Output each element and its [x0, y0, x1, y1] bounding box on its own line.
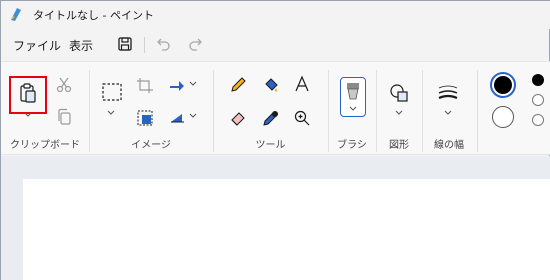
group-divider — [477, 70, 478, 152]
fill-button[interactable] — [260, 74, 282, 96]
menu-file[interactable]: ファイル — [13, 37, 61, 54]
fill-icon — [265, 78, 278, 92]
title-bar: タイトルなし - ペイント — [1, 1, 550, 29]
paint-app-icon — [11, 8, 21, 21]
line-width-chevron-down-icon[interactable] — [444, 110, 452, 116]
paste-button[interactable] — [17, 82, 39, 104]
cut-icon — [56, 77, 72, 93]
redo-icon[interactable] — [187, 35, 205, 53]
save-icon[interactable] — [116, 35, 134, 53]
group-label-clipboard: クリップボード — [10, 140, 80, 151]
copy-button[interactable] — [53, 106, 75, 128]
flip-chevron-down-icon[interactable] — [189, 113, 197, 119]
copy-icon — [58, 108, 71, 125]
palette-color-white[interactable] — [532, 94, 544, 106]
shapes-button[interactable] — [388, 82, 410, 104]
color-picker-button[interactable] — [260, 107, 282, 129]
eraser-icon — [231, 112, 245, 126]
group-label-shapes: 図形 — [389, 140, 409, 151]
menu-view[interactable]: 表示 — [69, 37, 93, 54]
shapes-icon — [390, 84, 408, 102]
brush-chevron-down-icon[interactable] — [349, 106, 357, 112]
rotate-chevron-down-icon[interactable] — [189, 81, 197, 87]
pencil-icon — [231, 77, 246, 92]
line-width-button[interactable] — [437, 82, 459, 104]
select-chevron-down-icon[interactable] — [107, 110, 115, 116]
menu-bar: ファイル 表示 — [1, 29, 550, 59]
cut-button[interactable] — [53, 74, 75, 96]
brush-icon — [347, 83, 359, 100]
flip-icon — [171, 114, 184, 123]
crop-button[interactable] — [134, 75, 156, 97]
resize-button[interactable] — [134, 107, 156, 129]
shapes-chevron-down-icon[interactable] — [395, 110, 403, 116]
group-label-line-width: 線の幅 — [434, 140, 464, 151]
brush-button[interactable] — [340, 77, 366, 117]
group-label-image: イメージ — [131, 140, 171, 151]
flip-button[interactable] — [166, 107, 188, 129]
rotate-button[interactable] — [166, 75, 188, 97]
paste-chevron-down-icon[interactable] — [24, 112, 32, 118]
resize-icon — [137, 110, 153, 126]
secondary-color-swatch[interactable] — [492, 106, 514, 128]
magnifier-button[interactable] — [291, 107, 313, 129]
palette-color-black[interactable] — [532, 74, 544, 86]
window-title: タイトルなし - ペイント — [33, 9, 154, 22]
primary-color-fill — [494, 76, 512, 94]
line-width-icon — [438, 85, 458, 100]
magnifier-icon — [294, 110, 310, 126]
canvas-workspace — [1, 156, 550, 280]
palette-color-empty[interactable] — [532, 114, 544, 126]
undo-icon[interactable] — [154, 35, 172, 53]
group-label-tools: ツール — [255, 140, 286, 151]
select-icon — [102, 83, 122, 101]
text-icon — [295, 75, 309, 92]
ribbon: クリップボード イメージ ツール ブラシ 図形 線の幅 — [1, 61, 550, 155]
select-button[interactable] — [101, 81, 123, 103]
paste-icon — [20, 83, 36, 103]
crop-icon — [137, 78, 153, 93]
primary-color-swatch[interactable] — [490, 72, 516, 98]
text-button[interactable] — [291, 73, 313, 95]
color-picker-icon — [263, 111, 278, 126]
pencil-button[interactable] — [227, 74, 249, 96]
drawing-canvas[interactable] — [23, 179, 550, 280]
quick-access-divider — [144, 37, 145, 53]
eraser-button[interactable] — [227, 107, 249, 129]
rotate-icon — [170, 81, 184, 91]
group-label-brush: ブラシ — [337, 140, 367, 151]
